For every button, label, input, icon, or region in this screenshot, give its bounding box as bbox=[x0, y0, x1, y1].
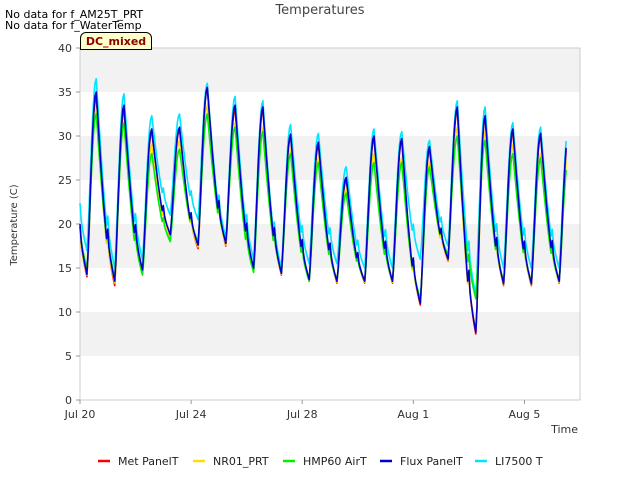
x-tick-label: Jul 28 bbox=[286, 408, 318, 421]
y-tick-label: 40 bbox=[58, 42, 72, 55]
series-lines bbox=[79, 78, 567, 335]
grid-bands bbox=[80, 48, 580, 356]
legend-label: HMP60 AirT bbox=[303, 455, 367, 468]
temperature-chart: 0 5 10 15 20 25 30 35 40 Jul 20 Jul 24 Jul 28 Aug 1… bbox=[9, 3, 581, 468]
y-tick-label: 30 bbox=[58, 130, 72, 143]
x-tick-label: Jul 20 bbox=[64, 408, 96, 421]
legend-label: Met PanelT bbox=[118, 455, 179, 468]
grid-band bbox=[80, 48, 580, 92]
legend-label: LI7500 T bbox=[495, 455, 543, 468]
y-tick-label: 5 bbox=[65, 350, 72, 363]
y-tick-label: 20 bbox=[58, 218, 72, 231]
y-tick-label: 25 bbox=[58, 174, 72, 187]
x-axis-label: Time bbox=[550, 423, 578, 436]
no-data-note-2: No data for f_WaterTemp bbox=[5, 19, 142, 32]
y-tick-label: 0 bbox=[65, 394, 72, 407]
x-axis-ticks: Jul 20 Jul 24 Jul 28 Aug 1 Aug 5 bbox=[64, 400, 540, 421]
y-tick-label: 10 bbox=[58, 306, 72, 319]
y-axis-ticks: 0 5 10 15 20 25 30 35 40 bbox=[58, 42, 80, 407]
grid-band bbox=[80, 312, 580, 356]
legend-label: Flux PanelT bbox=[400, 455, 463, 468]
x-tick-label: Jul 24 bbox=[175, 408, 207, 421]
x-tick-label: Aug 5 bbox=[508, 408, 540, 421]
x-tick-label: Aug 1 bbox=[397, 408, 429, 421]
dc-mixed-badge: DC_mixed bbox=[80, 32, 152, 50]
y-tick-label: 15 bbox=[58, 262, 72, 275]
y-tick-label: 35 bbox=[58, 86, 72, 99]
legend-label: NR01_PRT bbox=[213, 455, 269, 468]
legend: Met PanelT NR01_PRT HMP60 AirT Flux PanelT L… bbox=[98, 455, 543, 468]
y-axis-label: Temperature (C) bbox=[9, 184, 20, 266]
chart-title: Temperatures bbox=[274, 3, 364, 18]
